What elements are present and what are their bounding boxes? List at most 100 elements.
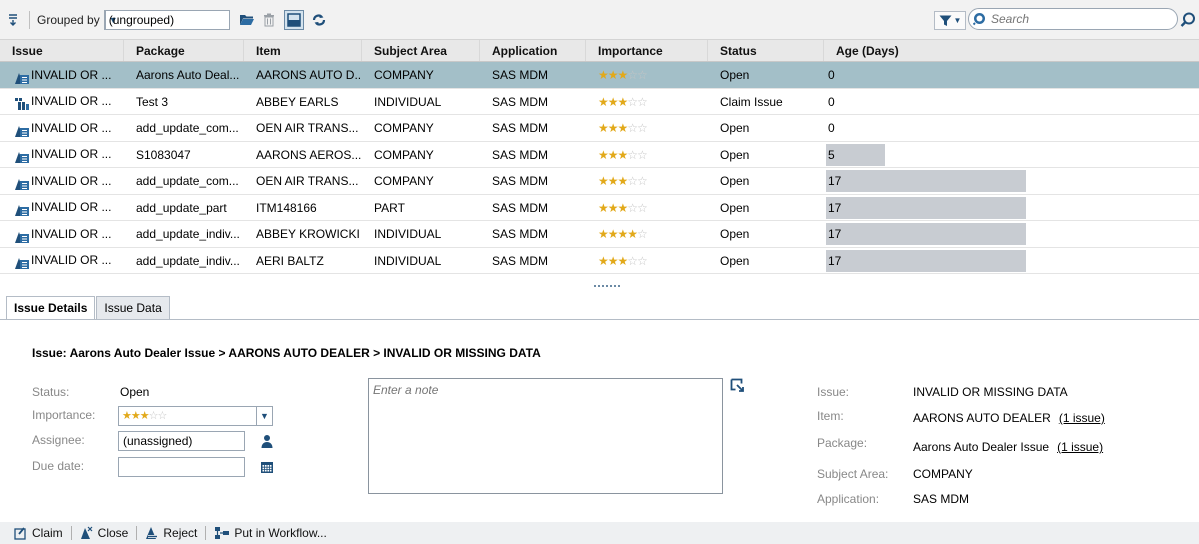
item-value: AARONS AUTO DEALER [913,411,1051,425]
tab-divider [0,319,1199,320]
table-row[interactable]: INVALID OR ... S1083047 AARONS AEROS... COM… [0,141,1199,168]
cell-subject-area: INDIVIDUAL [374,94,442,109]
table-row[interactable]: INVALID OR ... add_update_part ITM148166 PA… [0,194,1199,221]
cell-issue: INVALID OR ... [0,89,124,115]
cell-item: OEN AIR TRANS... [256,121,359,135]
assignee-field[interactable]: (unassigned) [118,431,245,451]
item-issue-count-link[interactable]: (1 issue) [1059,411,1105,425]
workflow-icon [215,527,230,539]
folder-open-icon[interactable] [238,11,256,29]
cell-item: ITM148166 [256,200,317,215]
reject-button[interactable]: Reject [141,526,201,540]
column-header-package[interactable]: Package [124,40,244,61]
search-input[interactable] [991,12,1161,26]
user-icon[interactable] [260,434,274,448]
reject-label: Reject [163,526,198,540]
importance-label: Importance: [32,408,96,422]
grouped-by-value: (ungrouped) [108,12,175,27]
tab-issue-data[interactable]: Issue Data [96,296,170,320]
cell-age-days: 17 [824,248,1199,274]
filter-icon [939,15,952,26]
close-button[interactable]: Close [76,526,133,540]
column-header-issue[interactable]: Issue [0,40,124,61]
item-label: Item: [817,409,844,423]
package-value: Aarons Auto Dealer Issue [913,440,1050,454]
column-header-importance[interactable]: Importance [586,40,708,61]
grouped-by-select[interactable]: (ungrouped) ▼ [103,9,230,30]
tab-issue-details[interactable]: Issue Details [6,296,96,320]
column-header-status[interactable]: Status [708,40,824,61]
pane-splitter-handle[interactable] [594,285,620,289]
table-row[interactable]: INVALID OR ... Aarons Auto Deal... AARONS … [0,62,1199,89]
action-divider [70,526,72,540]
cell-package: Test 3 [136,94,169,109]
column-header-application[interactable]: Application [480,40,586,61]
cell-issue: INVALID OR ... [0,195,124,221]
cell-package: S1083047 [136,147,191,162]
claim-label: Claim [32,526,63,540]
importance-select[interactable]: ★★★☆☆ ▼ [118,406,273,426]
cell-status: Open [720,253,750,268]
table-row[interactable]: INVALID OR ... Test 3 ABBEY EARLS INDIVIDUA… [0,88,1199,115]
package-issue-count-link[interactable]: (1 issue) [1057,440,1103,454]
cell-status: Open [720,68,750,82]
table-row[interactable]: INVALID OR ... add_update_indiv... AERI BA… [0,247,1199,274]
cell-issue: INVALID OR ... [0,168,124,194]
cell-status: Open [720,227,750,241]
search-box[interactable] [968,8,1178,30]
cell-issue-text: INVALID OR ... [31,200,112,215]
age-value: 17 [828,227,842,241]
cell-application: SAS MDM [492,68,549,82]
search-go-icon[interactable] [1180,12,1196,28]
status-value: Open [120,385,150,399]
claim-icon [14,527,26,540]
put-in-workflow-button[interactable]: Put in Workflow... [210,526,330,540]
refresh-icon[interactable] [310,11,328,29]
table-row[interactable]: INVALID OR ... add_update_com... OEN AIR T… [0,115,1199,142]
collapse-menu-icon[interactable] [4,11,22,29]
reject-icon [146,527,158,539]
age-value: 5 [828,147,835,162]
detail-pane-toggle-icon[interactable] [283,9,304,30]
note-input[interactable] [368,378,723,494]
column-header-age-days[interactable]: Age (Days) [824,40,1199,61]
cell-package: add_update_indiv... [136,227,240,241]
cell-subject-area: COMPANY [374,121,434,135]
age-bar [826,223,1026,245]
cell-status: Open [720,174,750,188]
cell-package: add_update_indiv... [136,253,240,268]
package-value-group: Aarons Auto Dealer Issue (1 issue) [913,440,1103,454]
cell-issue-text: INVALID OR ... [31,120,112,135]
due-date-field[interactable] [118,457,245,477]
cell-application: SAS MDM [492,121,549,135]
claim-button[interactable]: Claim [10,526,67,540]
cell-application: SAS MDM [492,227,549,241]
assignee-label: Assignee: [32,433,85,447]
cell-item: ABBEY EARLS [256,94,339,109]
workflow-issue-icon [14,147,29,164]
age-value: 17 [828,253,842,268]
cell-issue: INVALID OR ... [0,62,124,88]
calendar-icon[interactable] [260,460,274,474]
age-value: 0 [828,68,835,82]
subject-area-label: Subject Area: [817,467,889,481]
cell-item: AARONS AUTO D... [256,68,362,82]
grouped-by-label: Grouped by [37,12,100,27]
subject-area-value: COMPANY [913,467,973,481]
table-row[interactable]: INVALID OR ... add_update_indiv... ABBEY K… [0,221,1199,248]
delete-icon[interactable] [260,11,278,29]
expand-note-icon[interactable] [730,378,745,393]
table-row[interactable]: INVALID OR ... add_update_com... OEN AIR T… [0,168,1199,195]
chevron-down-icon[interactable]: ▼ [256,407,272,425]
cell-package: add_update_part [136,200,227,215]
age-value: 0 [828,121,835,135]
cell-package: add_update_com... [136,174,239,188]
filter-button[interactable]: ▼ [934,11,966,30]
status-label: Status: [32,385,70,399]
close-issue-icon [80,526,93,539]
column-header-subject-area[interactable]: Subject Area [362,40,480,61]
column-header-item[interactable]: Item [244,40,362,61]
cell-importance-stars: ★★★★☆ [598,227,648,241]
cell-application: SAS MDM [492,147,549,162]
cell-importance-stars: ★★★☆☆ [598,94,648,109]
